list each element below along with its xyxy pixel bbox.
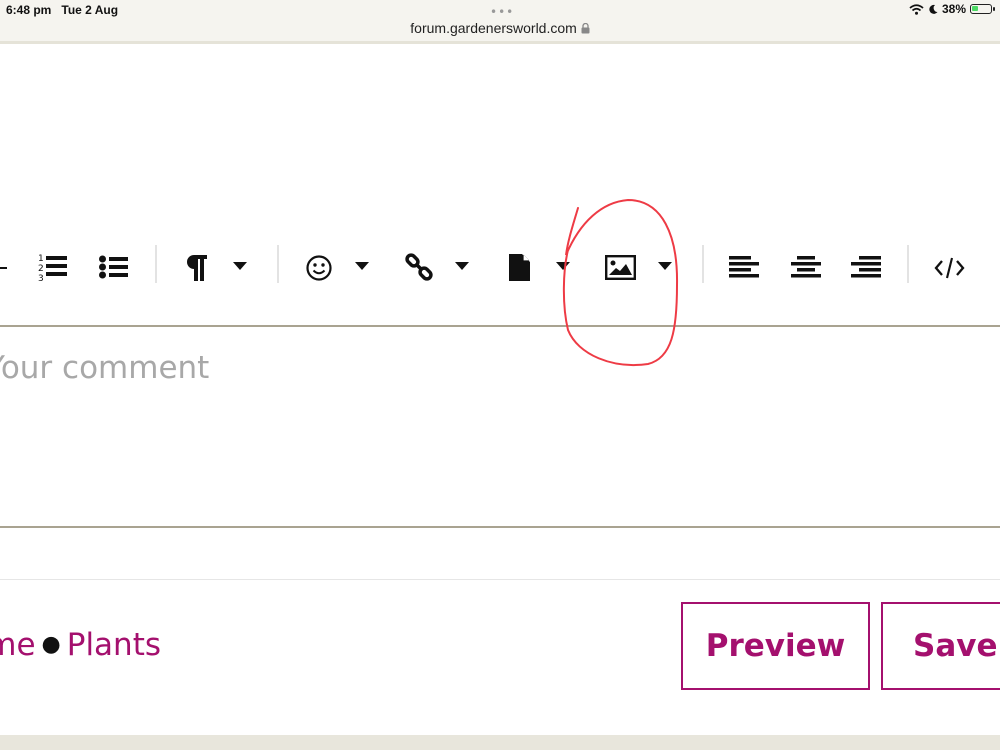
comment-placeholder: Your comment [0, 350, 210, 386]
image-icon[interactable] [605, 255, 636, 280]
chevron-down-icon[interactable] [556, 262, 570, 270]
breadcrumb-plants[interactable]: Plants [67, 627, 161, 663]
svg-text:2: 2 [38, 264, 44, 274]
align-left-icon[interactable] [729, 256, 759, 278]
code-icon[interactable] [934, 257, 965, 279]
breadcrumb-separator: ● [41, 632, 61, 657]
multitasking-dots-icon[interactable]: ••• [490, 5, 514, 19]
wifi-icon [909, 3, 924, 15]
paragraph-icon[interactable] [186, 255, 208, 281]
chevron-down-icon[interactable] [658, 262, 672, 270]
minus-icon[interactable] [0, 266, 8, 270]
toolbar-separator [702, 245, 704, 283]
breadcrumb-home[interactable]: Home [0, 627, 36, 663]
battery-percent: 38% [941, 2, 966, 16]
toolbar-separator [277, 245, 279, 283]
chevron-down-icon[interactable] [455, 262, 469, 270]
chevron-down-icon[interactable] [355, 262, 369, 270]
svg-text:3: 3 [38, 274, 44, 282]
chevron-down-icon[interactable] [233, 262, 247, 270]
status-bar: 6:48 pm Tue 2 Aug ••• forum.gardenerswor… [0, 0, 1000, 44]
lock-icon [581, 22, 590, 34]
emoji-icon[interactable] [306, 255, 332, 281]
comment-editor[interactable]: Your comment [0, 327, 1000, 526]
toolbar-separator [155, 245, 157, 283]
status-indicators: 38% [909, 2, 995, 16]
svg-text:1: 1 [38, 254, 44, 264]
moon-icon [929, 4, 938, 14]
status-time: 6:48 pm Tue 2 Aug [6, 3, 119, 17]
toolbar-separator [907, 245, 909, 283]
breadcrumb: Home●Plants [0, 600, 330, 690]
save-comment-label: Save comment [913, 628, 1000, 664]
editor-bottom-border [0, 526, 1000, 528]
bulleted-list-icon[interactable] [99, 255, 129, 279]
url-text: forum.gardenersworld.com [410, 20, 577, 36]
save-comment-button[interactable]: Save comment [881, 602, 1000, 690]
align-right-icon[interactable] [851, 256, 881, 278]
address-bar[interactable]: forum.gardenersworld.com [0, 20, 1000, 36]
preview-button[interactable]: Preview [681, 602, 870, 690]
file-icon[interactable] [509, 254, 531, 281]
section-divider [0, 579, 1000, 580]
battery-icon [970, 4, 995, 14]
align-center-icon[interactable] [791, 256, 821, 278]
ordered-list-icon[interactable]: 1 2 3 [38, 252, 68, 282]
page-footer [0, 735, 1000, 750]
link-icon[interactable] [405, 253, 433, 281]
